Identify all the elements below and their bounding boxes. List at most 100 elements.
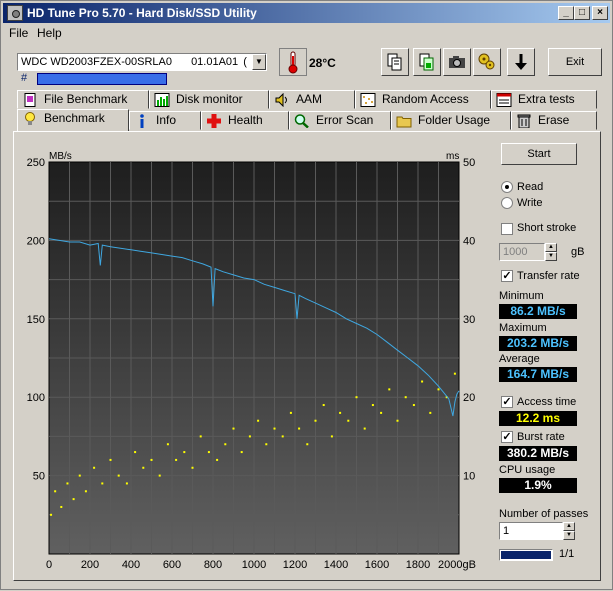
access-time-point [224,443,227,446]
y-right-tick-label: 20 [463,392,475,404]
access-time-point [60,505,63,508]
minimum-value: 86.2 MB/s [499,304,577,319]
transfer-rate-checkbox[interactable]: ✓ [501,270,513,282]
access-time-point [322,404,325,407]
access-time-point [175,458,178,461]
access-time-point [232,427,235,430]
access-time-point [109,458,112,461]
pass-progress-bar [499,549,553,561]
transfer-rate-label: Transfer rate [517,270,580,282]
burst-rate-checkbox[interactable]: ✓ [501,431,513,443]
cpu-usage-value: 1.9% [499,478,577,493]
access-time-point [453,372,456,375]
x-tick-label: 0 [46,559,52,571]
y-right-tick-label: 40 [463,235,475,247]
access-time-point [101,482,104,485]
passes-spinner[interactable]: ▲ ▼ [563,522,575,540]
access-time-point [134,451,137,454]
access-time-label: Access time [517,396,577,408]
access-time-point [158,474,161,477]
access-time-point [248,435,251,438]
access-time-point [421,380,424,383]
access-time-point [207,451,210,454]
y-right-tick-label: 10 [463,471,475,483]
x-tick-label: 1800 [406,559,430,571]
y-left-tick-label: 50 [33,471,45,483]
read-radio[interactable] [501,181,513,193]
access-time-point [412,404,415,407]
stroke-size-spinner[interactable]: ▲ ▼ [545,243,557,261]
x-tick-label: 600 [163,559,181,571]
access-time-point [437,388,440,391]
access-time-point [117,474,120,477]
burst-rate-label: Burst rate [517,431,565,443]
burst-rate-value: 380.2 MB/s [499,446,577,461]
x-tick-label: 200 [81,559,99,571]
write-label: Write [517,197,543,209]
access-time-point [429,411,432,414]
access-time-point [289,411,292,414]
access-time-point [380,411,383,414]
access-time-point [142,466,145,469]
access-time-point [183,451,186,454]
access-time-point [216,458,219,461]
access-time-point [281,435,284,438]
access-time-point [371,404,374,407]
access-time-point [66,482,69,485]
passes-label: Number of passes [499,508,589,520]
stroke-unit: gB [571,246,585,258]
access-time-point [199,435,202,438]
y-left-tick-label: 100 [27,392,45,404]
short-stroke-checkbox[interactable] [501,223,513,235]
cpu-usage-label: CPU usage [499,464,556,476]
left-axis-label: MB/s [49,151,72,162]
x-tick-label: 1000 [242,559,266,571]
access-time-point [84,490,87,493]
maximum-value: 203.2 MB/s [499,336,577,351]
access-time-point [404,396,407,399]
access-time-point [273,427,276,430]
write-radio[interactable] [501,197,513,209]
access-time-point [93,466,96,469]
x-tick-label: 1600 [365,559,389,571]
access-time-point [265,443,268,446]
y-left-tick-label: 150 [27,314,45,326]
average-value: 164.7 MB/s [499,367,577,382]
start-button[interactable]: Start [501,143,577,165]
access-time-point [240,451,243,454]
stroke-size-input[interactable]: 1000 [499,243,545,261]
pass-progress-fill [501,551,551,559]
minimum-label: Minimum [499,290,544,302]
app-window: HD Tune Pro 5.70 - Hard Disk/SSD Utility… [0,0,613,590]
y-left-tick-label: 250 [27,157,45,169]
x-tick-label: 2000gB [438,559,476,571]
access-time-point [355,396,358,399]
read-label: Read [517,181,544,193]
pass-progress-text: 1/1 [559,548,575,560]
access-time-point [314,419,317,422]
short-stroke-label: Short stroke [517,222,577,234]
access-time-point [339,411,342,414]
access-time-point [257,419,260,422]
maximum-label: Maximum [499,322,547,334]
x-tick-label: 1400 [324,559,348,571]
access-time-checkbox[interactable]: ✓ [501,396,513,408]
right-axis-label: ms [446,151,459,162]
x-tick-label: 800 [204,559,222,571]
access-time-point [298,427,301,430]
access-time-point [347,419,350,422]
access-time-point [166,443,169,446]
access-time-point [388,388,391,391]
access-time-point [330,435,333,438]
access-time-point [396,419,399,422]
average-label: Average [499,353,540,365]
y-right-tick-label: 50 [463,157,475,169]
access-time-point [78,474,81,477]
access-time-point [363,427,366,430]
access-time-point [72,498,75,501]
y-right-tick-label: 30 [463,314,475,326]
chart-grid [49,162,459,554]
access-time-point [50,513,53,516]
access-time-value: 12.2 ms [499,411,577,426]
passes-input[interactable]: 1 [499,522,563,540]
